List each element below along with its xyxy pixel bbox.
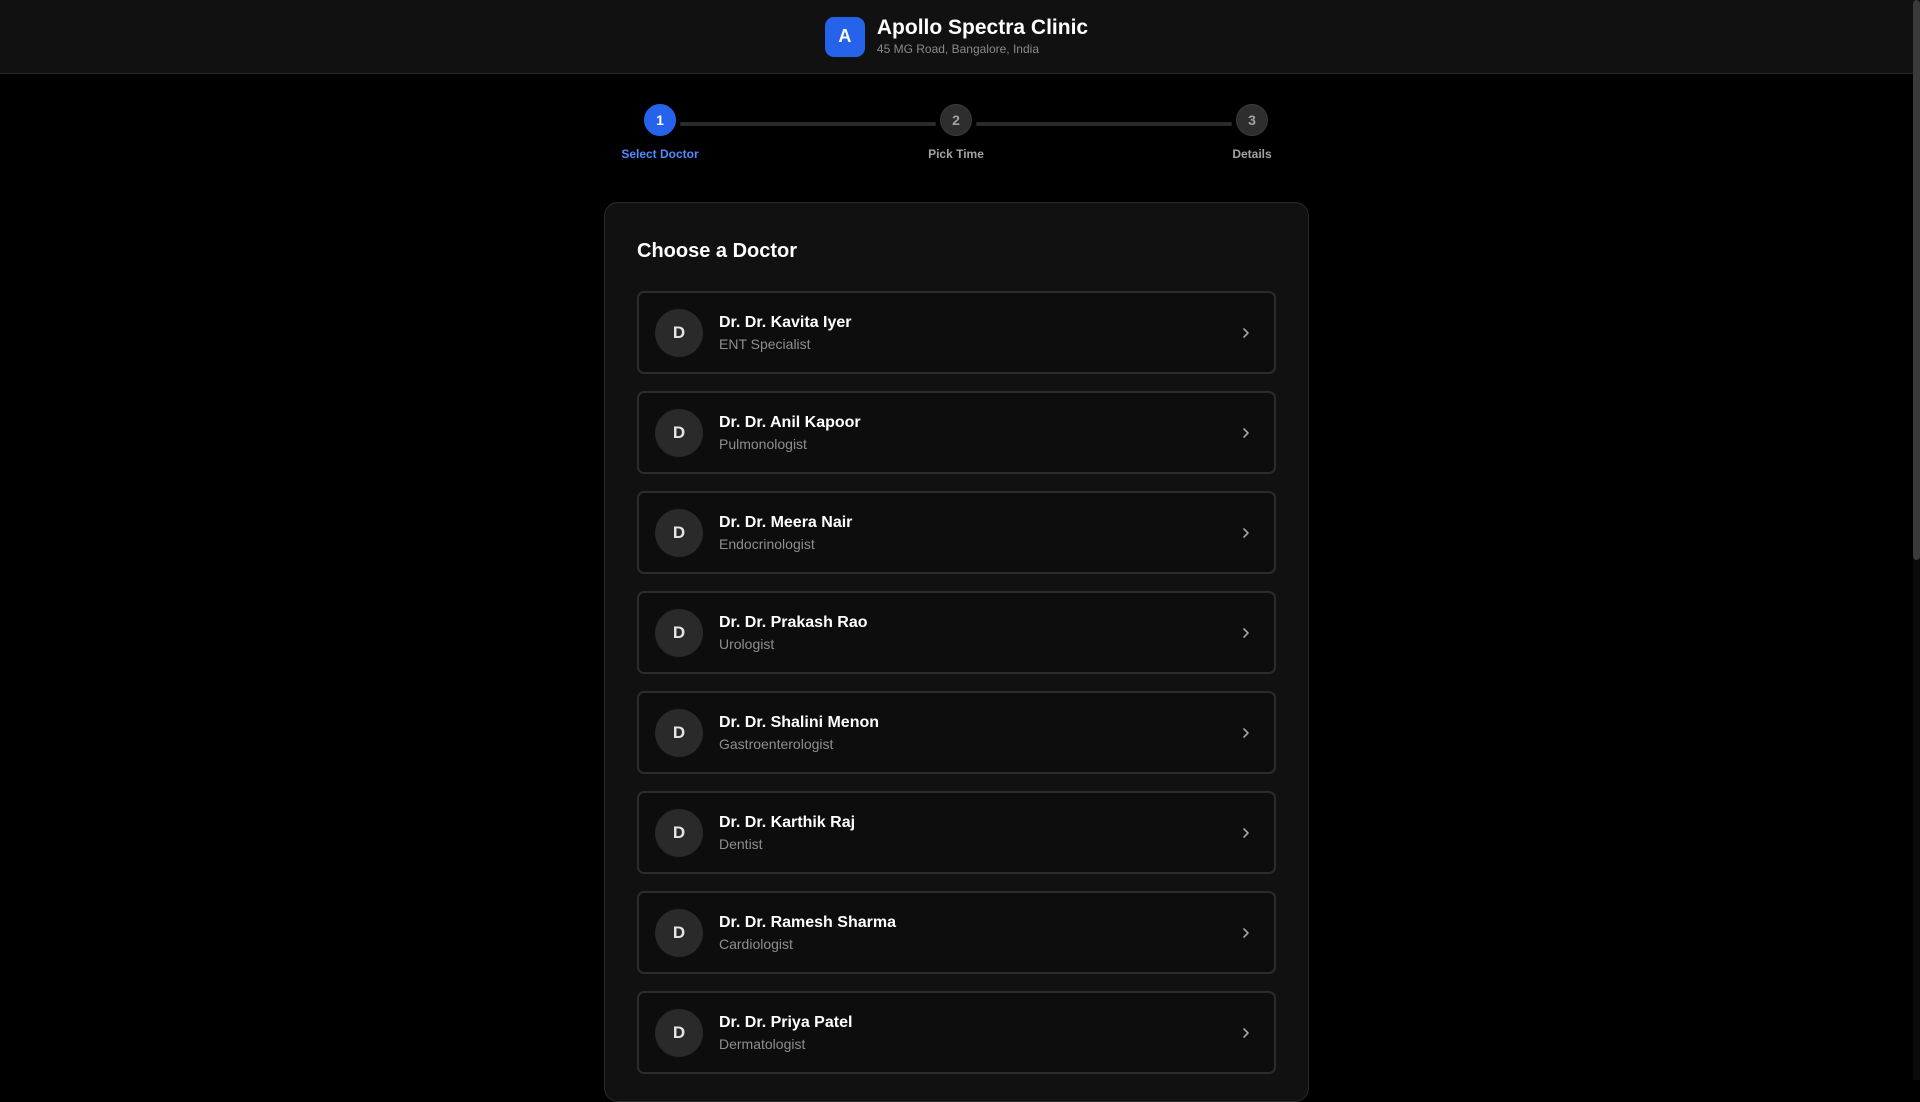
doctor-name: Dr. Dr. Anil Kapoor	[719, 413, 861, 431]
doctor-name: Dr. Dr. Kavita Iyer	[719, 313, 852, 331]
avatar: D	[655, 908, 703, 957]
doctor-item-anil-kapoor[interactable]: D Dr. Dr. Anil Kapoor Pulmonologist	[637, 391, 1276, 474]
step-number: 2	[940, 104, 972, 136]
doctor-specialty: Endocrinologist	[719, 535, 815, 552]
doctor-name: Dr. Dr. Shalini Menon	[719, 713, 880, 731]
doctor-info: Dr. Dr. Prakash Rao Urologist	[719, 613, 1238, 653]
doctor-specialty: Gastroenterologist	[719, 735, 834, 752]
doctor-name: Dr. Dr. Meera Nair	[719, 513, 853, 531]
chevron-right-icon	[1238, 825, 1254, 841]
step-label: Pick Time	[928, 147, 984, 161]
doctor-item-prakash-rao[interactable]: D Dr. Dr. Prakash Rao Urologist	[637, 591, 1276, 674]
step-details: 3 Details	[1192, 104, 1312, 161]
step-label: Details	[1232, 147, 1272, 161]
chevron-right-icon	[1238, 625, 1254, 641]
avatar: D	[655, 608, 703, 657]
clinic-name: Apollo Spectra Clinic	[876, 16, 1089, 39]
avatar: D	[655, 708, 703, 757]
step-number: 1	[644, 104, 676, 136]
doctor-name: Dr. Dr. Ramesh Sharma	[719, 913, 896, 931]
clinic-logo: A	[824, 16, 865, 57]
clinic-brand: A Apollo Spectra Clinic 45 MG Road, Bang…	[824, 16, 1088, 57]
doctor-specialty: Dentist	[719, 835, 763, 852]
doctor-item-ramesh-sharma[interactable]: D Dr. Dr. Ramesh Sharma Cardiologist	[637, 891, 1276, 974]
step-label: Select Doctor	[621, 147, 699, 161]
chevron-right-icon	[1238, 925, 1254, 941]
doctor-info: Dr. Dr. Karthik Raj Dentist	[719, 813, 1238, 853]
doctor-info: Dr. Dr. Priya Patel Dermatologist	[719, 1013, 1238, 1053]
avatar: D	[655, 508, 703, 557]
doctor-list: D Dr. Dr. Kavita Iyer ENT Specialist D D…	[637, 291, 1276, 1074]
app-header: A Apollo Spectra Clinic 45 MG Road, Bang…	[0, 0, 1913, 74]
doctor-info: Dr. Dr. Kavita Iyer ENT Specialist	[719, 313, 1238, 353]
doctor-specialty: ENT Specialist	[719, 335, 811, 352]
doctor-specialty: Cardiologist	[719, 935, 793, 952]
avatar: D	[655, 1008, 703, 1057]
doctor-specialty: Urologist	[719, 635, 775, 652]
doctor-info: Dr. Dr. Shalini Menon Gastroenterologist	[719, 713, 1238, 753]
page-scrollbar[interactable]	[1913, 0, 1920, 1080]
doctor-item-priya-patel[interactable]: D Dr. Dr. Priya Patel Dermatologist	[637, 991, 1276, 1074]
doctor-item-karthik-raj[interactable]: D Dr. Dr. Karthik Raj Dentist	[637, 791, 1276, 874]
chevron-right-icon	[1238, 325, 1254, 341]
doctor-name: Dr. Dr. Priya Patel	[719, 1013, 853, 1031]
step-select-doctor: 1 Select Doctor	[600, 104, 720, 161]
doctor-name: Dr. Dr. Prakash Rao	[719, 613, 868, 631]
doctor-specialty: Pulmonologist	[719, 435, 807, 452]
doctor-name: Dr. Dr. Karthik Raj	[719, 813, 856, 831]
clinic-address: 45 MG Road, Bangalore, India	[876, 42, 1039, 56]
doctor-info: Dr. Dr. Anil Kapoor Pulmonologist	[719, 413, 1238, 453]
doctor-item-meera-nair[interactable]: D Dr. Dr. Meera Nair Endocrinologist	[637, 491, 1276, 574]
doctor-info: Dr. Dr. Ramesh Sharma Cardiologist	[719, 913, 1238, 953]
scrollbar-thumb[interactable]	[1913, 0, 1920, 560]
step-number: 3	[1236, 104, 1268, 136]
doctor-info: Dr. Dr. Meera Nair Endocrinologist	[719, 513, 1238, 553]
page-title: Choose a Doctor	[637, 240, 798, 262]
doctor-item-kavita-iyer[interactable]: D Dr. Dr. Kavita Iyer ENT Specialist	[637, 291, 1276, 374]
chevron-right-icon	[1238, 425, 1254, 441]
doctor-specialty: Dermatologist	[719, 1035, 806, 1052]
avatar: D	[655, 808, 703, 857]
avatar: D	[655, 408, 703, 457]
chevron-right-icon	[1238, 525, 1254, 541]
doctor-selection-card: Choose a Doctor D Dr. Dr. Kavita Iyer EN…	[604, 202, 1309, 1102]
step-pick-time: 2 Pick Time	[896, 104, 1016, 161]
doctor-item-shalini-menon[interactable]: D Dr. Dr. Shalini Menon Gastroenterologi…	[637, 691, 1276, 774]
brand-text: Apollo Spectra Clinic 45 MG Road, Bangal…	[877, 16, 1088, 57]
chevron-right-icon	[1238, 1025, 1254, 1041]
booking-stepper: 1 Select Doctor 2 Pick Time 3 Details	[620, 104, 1291, 164]
chevron-right-icon	[1238, 725, 1254, 741]
avatar: D	[655, 308, 703, 357]
